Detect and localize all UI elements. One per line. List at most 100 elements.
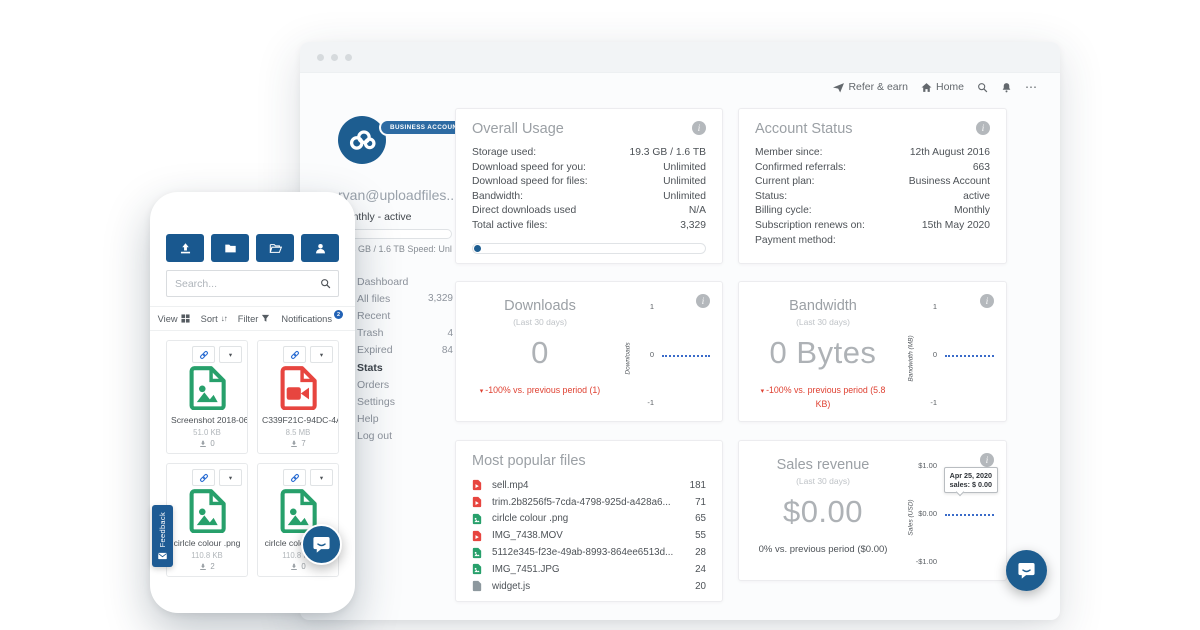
more-menu-button[interactable]: ⋯ [1025,80,1038,94]
bell-icon[interactable] [1001,82,1012,93]
search-submit-button[interactable] [312,271,338,296]
account-row: Current plan:Business Account [755,175,990,190]
account-row: Member since:12th August 2016 [755,146,990,161]
user-icon [314,242,327,255]
feedback-tab[interactable]: Feedback [152,505,173,567]
card-menu-button[interactable]: ▾ [310,469,333,486]
window-control-zoom[interactable] [345,54,352,61]
refer-earn-link[interactable]: Refer & earn [833,81,908,93]
folder-button[interactable] [211,234,249,262]
sidebar-item-settings[interactable]: Settings [357,393,453,410]
row-value: 12th August 2016 [910,146,990,161]
y-tick: -$1.00 [911,557,937,566]
sidebar-item-expired[interactable]: Expired84 [357,342,453,359]
envelope-icon [158,552,167,560]
file-row[interactable]: 5112e345-f23e-49ab-8993-864ee6513d...28 [472,544,706,561]
file-card[interactable]: ▾ C339F21C-94DC-4A... 8.5 MB 7 [257,340,339,454]
file-name: IMG_7451.JPG [492,564,695,575]
search-input[interactable] [167,278,312,290]
file-row[interactable]: trim.2b8256f5-7cda-4798-925d-a428a6...71 [472,494,706,511]
card-menu-button[interactable]: ▾ [310,346,333,363]
menu-count: 84 [442,345,453,356]
copy-link-button[interactable] [192,346,215,363]
file-name: cirlcle colour .png [492,513,695,524]
tooltip-date: Apr 25, 2020 [950,471,992,480]
upload-button[interactable] [166,234,204,262]
upload-icon [179,242,192,255]
usage-row: Total active files:3,329 [472,219,706,234]
sidebar-item-all-files[interactable]: All files3,329 [357,290,453,307]
storage-used-bar [472,243,706,254]
flat-line-series [945,514,994,516]
window-titlebar [300,42,1060,73]
video-file-icon [279,366,317,410]
copy-link-button[interactable] [283,346,306,363]
home-link[interactable]: Home [921,81,964,93]
row-value: 19.3 GB / 1.6 TB [629,146,706,161]
sidebar-item-log-out[interactable]: Log out [357,428,453,445]
info-icon[interactable]: i [692,121,706,135]
menu-label: Dashboard [357,276,408,288]
folder-open-button[interactable] [256,234,294,262]
chat-widget-button[interactable] [301,524,342,565]
file-count: 20 [695,581,706,592]
info-icon[interactable]: i [976,121,990,135]
file-count: 55 [695,530,706,541]
y-tick: 1 [919,302,937,311]
chat-widget-button[interactable] [1006,550,1047,591]
card-menu-button[interactable]: ▾ [219,469,242,486]
home-icon [921,82,932,93]
file-row[interactable]: IMG_7451.JPG24 [472,561,706,578]
sort-control[interactable]: Sort↓↑ [201,314,227,324]
account-button[interactable] [301,234,339,262]
card-menu-button[interactable]: ▾ [219,346,242,363]
row-label: Storage used: [472,146,536,161]
menu-label: All files [357,293,390,305]
filter-control[interactable]: Filter [238,314,271,324]
file-row[interactable]: widget.js20 [472,578,706,595]
sales-total: $0.00 [747,494,899,530]
sidebar-item-recent[interactable]: Recent [357,307,453,324]
usage-row: Storage used: 19.3 GB / 1.6 TB [472,146,706,161]
view-toggle[interactable]: View [158,314,190,324]
copy-link-button[interactable] [283,469,306,486]
file-card[interactable]: ▾ Screenshot 2018-06-... 51.0 KB 0 [166,340,248,454]
delta-text: -100% vs. previous period (5.8 KB) [766,385,885,409]
file-size: 110.8 KB [167,551,247,560]
storage-used-fill [474,245,481,252]
file-card[interactable]: ▾ cirlcle colour .png 110.8 KB 2 [166,463,248,577]
app-header: Refer & earn Home ⋯ [833,80,1038,94]
sidebar-item-orders[interactable]: Orders [357,376,453,393]
image-file-icon [472,563,482,575]
window-control-close[interactable] [317,54,324,61]
copy-link-button[interactable] [192,469,215,486]
window-control-minimize[interactable] [331,54,338,61]
sidebar-item-stats[interactable]: Stats [357,359,453,376]
list-toolbar: View Sort↓↑ Filter Notifications2 [150,306,355,331]
chat-bubble-icon [312,535,331,554]
menu-label: Trash [357,327,383,339]
account-status-panel: Account Status i Member since:12th Augus… [738,108,1007,264]
search-icon[interactable] [977,82,988,93]
file-row[interactable]: sell.mp4181 [472,477,706,494]
notifications-control[interactable]: Notifications2 [281,314,343,324]
file-row[interactable]: IMG_7438.MOV55 [472,527,706,544]
file-count: 65 [695,513,706,524]
sidebar-item-help[interactable]: Help [357,411,453,428]
phone-action-buttons [166,234,339,262]
file-name: Screenshot 2018-06-... [167,415,247,425]
sidebar-item-dashboard[interactable]: Dashboard [357,273,453,290]
video-file-icon [472,530,482,542]
notifications-label: Notifications [281,314,332,324]
y-tick: -1 [919,398,937,407]
sales-chart: Sales (USD) $1.00 $0.00 -$1.00 Apr 25, 2… [907,459,998,568]
file-row[interactable]: cirlcle colour .png65 [472,511,706,528]
filter-label: Filter [238,314,259,324]
funnel-icon [261,314,270,323]
link-icon [199,350,209,360]
phone-mockup: View Sort↓↑ Filter Notifications2 ▾ Scre… [150,192,355,613]
sidebar-item-trash[interactable]: Trash4 [357,325,453,342]
account-row: Confirmed referrals:663 [755,161,990,176]
triangle-down-icon: ▾ [480,388,484,395]
video-file-icon [472,479,482,491]
